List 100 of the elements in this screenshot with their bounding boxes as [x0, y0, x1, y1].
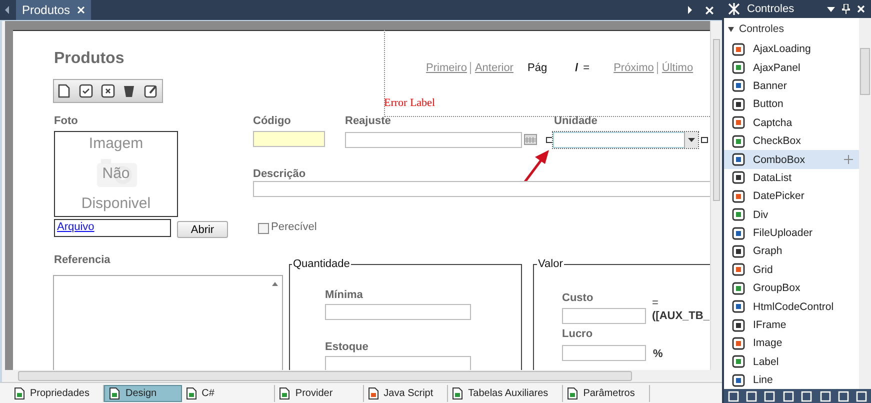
view-tab[interactable]: Parâmetros [563, 384, 650, 402]
field-label: Custo [562, 292, 594, 304]
toolbar-icon[interactable] [801, 390, 812, 402]
toolbar-icon[interactable] [746, 390, 758, 402]
control-icon [732, 208, 745, 222]
control-item[interactable]: IFrame [724, 316, 859, 334]
edit-icon[interactable] [144, 84, 158, 98]
control-icon [732, 98, 745, 111]
view-tab[interactable]: C# [182, 384, 276, 402]
document-icon [279, 386, 290, 400]
field-label: Mínima [325, 289, 363, 301]
view-tab[interactable]: Provider [275, 384, 364, 402]
control-item[interactable]: Grid [724, 260, 859, 280]
vertical-scrollbar[interactable] [710, 21, 722, 370]
control-item[interactable]: DataList [724, 168, 859, 188]
toolbar-icon[interactable] [820, 390, 831, 402]
control-item[interactable]: Image [724, 334, 859, 353]
cost-field[interactable] [562, 308, 646, 324]
control-item[interactable]: ComboBox [724, 150, 859, 169]
description-field[interactable] [253, 181, 710, 197]
scroll-up-icon[interactable] [272, 282, 278, 286]
close-icon[interactable] [77, 6, 86, 14]
error-label: Error Label [384, 97, 435, 109]
checkbox-label: Perecível [271, 221, 317, 233]
file-link[interactable]: Arquivo [57, 221, 94, 233]
file-field[interactable]: Arquivo [54, 219, 171, 237]
cancel-icon[interactable] [100, 84, 115, 98]
document-icon [14, 386, 25, 400]
placeholder-text: Não [102, 164, 130, 184]
play-icon[interactable] [687, 6, 693, 14]
document-icon [567, 386, 578, 400]
control-item[interactable]: AjaxLoading [724, 40, 859, 58]
field-label: Código [253, 115, 291, 127]
new-document-icon[interactable] [58, 84, 70, 98]
toolbar-icon[interactable] [856, 390, 868, 402]
first-link[interactable]: Primeiro [426, 62, 467, 74]
control-icon [732, 336, 745, 350]
control-item[interactable]: Button [724, 95, 859, 114]
check-icon[interactable] [78, 84, 93, 98]
field-label: Lucro [562, 328, 593, 340]
group-header[interactable]: Controles [724, 18, 859, 40]
toolbar-icon[interactable] [782, 390, 794, 402]
dropdown-arrow-icon[interactable] [827, 6, 835, 12]
dropdown-arrow-icon[interactable] [688, 138, 695, 142]
page-total: = [583, 62, 590, 74]
resize-handle[interactable] [701, 137, 708, 143]
control-item[interactable]: HtmlCodeControl [724, 297, 859, 316]
document-icon [109, 386, 120, 400]
open-button[interactable]: Abrir [177, 221, 228, 238]
control-icon [732, 61, 745, 74]
control-item[interactable]: DatePicker [724, 187, 859, 206]
control-item[interactable]: FileUploader [724, 224, 859, 242]
control-item[interactable]: Line [724, 371, 859, 389]
view-tab[interactable]: Design [104, 384, 182, 402]
formula-text: ([AUX_TB_ [652, 310, 710, 322]
minimum-field[interactable] [325, 304, 471, 320]
stock-field[interactable] [325, 356, 471, 370]
close-icon[interactable] [857, 5, 865, 13]
placeholder-text: Imagem [88, 134, 144, 154]
close-icon[interactable] [705, 6, 714, 14]
page-separator: / [575, 62, 578, 74]
control-item[interactable]: GroupBox [724, 279, 859, 298]
control-icon [732, 226, 745, 240]
document-icon [452, 386, 464, 400]
field-label: Unidade [554, 115, 598, 127]
control-item[interactable]: AjaxPanel [724, 58, 859, 77]
checkbox[interactable] [258, 223, 269, 234]
control-icon [732, 153, 745, 166]
toolbar-icon[interactable] [728, 390, 739, 402]
control-item[interactable]: Div [724, 206, 859, 224]
trash-icon[interactable] [123, 84, 136, 98]
control-item[interactable]: CheckBox [724, 132, 859, 150]
control-item[interactable]: Label [724, 352, 859, 372]
previous-link[interactable]: Anterior [474, 62, 514, 74]
group-legend: Quantidade [292, 258, 351, 270]
control-icon [732, 318, 745, 332]
document-tab[interactable]: Produtos [16, 0, 92, 20]
toolbar-icon[interactable] [764, 390, 776, 402]
control-icon [732, 134, 745, 148]
scroll-left-icon[interactable] [4, 6, 10, 14]
vertical-scrollbar[interactable] [859, 18, 871, 389]
pin-icon[interactable] [842, 4, 850, 14]
field-label: Descrição [253, 168, 306, 180]
control-icon [732, 79, 745, 92]
document-icon [186, 386, 197, 400]
document-icon [368, 386, 379, 400]
control-icon [732, 282, 745, 295]
control-item[interactable]: Graph [724, 242, 859, 261]
toolbar-icon[interactable] [838, 390, 849, 402]
unit-dropdown[interactable] [552, 131, 699, 149]
next-link[interactable]: Próximo [614, 62, 654, 74]
view-tab[interactable]: Java Script [364, 384, 448, 402]
date-field[interactable] [345, 132, 522, 148]
control-item[interactable]: Banner [724, 76, 859, 96]
profit-field[interactable] [562, 345, 646, 361]
code-field[interactable] [253, 131, 325, 147]
control-item[interactable]: Captcha [724, 114, 859, 132]
last-link[interactable]: Último [662, 62, 694, 74]
collapse-icon[interactable] [728, 26, 734, 32]
view-tab[interactable]: Tabelas Auxiliares [448, 384, 564, 402]
